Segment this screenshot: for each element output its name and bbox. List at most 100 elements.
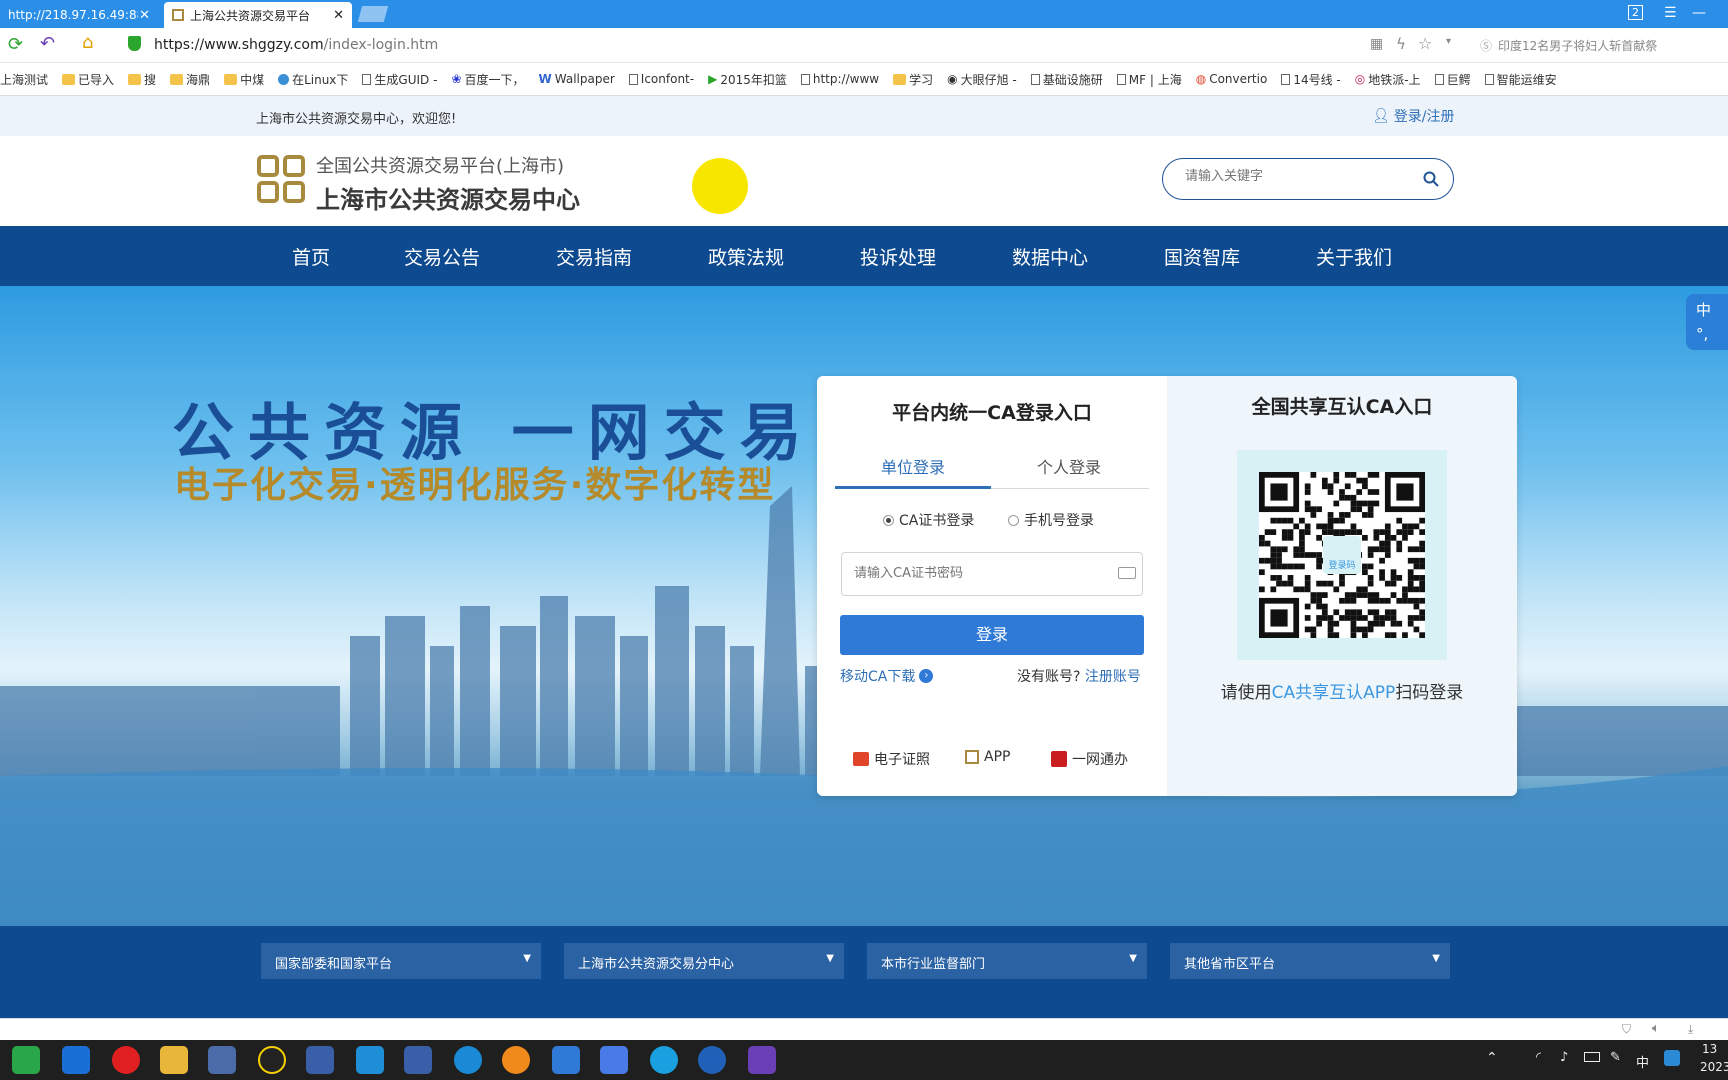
site-search-box[interactable]: [1162, 158, 1454, 200]
nav-guide[interactable]: 交易指南: [556, 243, 632, 270]
clock-date[interactable]: 2023: [1700, 1060, 1728, 1074]
download-icon[interactable]: ⤓: [1688, 1022, 1693, 1037]
bookmark-item[interactable]: 智能运维安: [1484, 71, 1557, 88]
browser-q-icon[interactable]: [454, 1046, 482, 1074]
tab-unit-login[interactable]: 单位登录: [835, 454, 991, 478]
login-register-link[interactable]: 👤︎ 登录/注册: [1372, 106, 1455, 126]
photos-icon[interactable]: [748, 1046, 776, 1074]
bookmark-item[interactable]: ◉ 大眼仔旭 -: [947, 71, 1017, 88]
nav-home[interactable]: 首页: [292, 243, 330, 270]
bookmark-item[interactable]: Iconfont-: [628, 72, 694, 86]
music-app-icon[interactable]: [112, 1046, 140, 1074]
select-regulators[interactable]: 本市行业监督部门 ▼: [867, 943, 1147, 979]
one-net-link[interactable]: 一网通办: [1051, 749, 1128, 769]
nav-complaints[interactable]: 投诉处理: [860, 243, 936, 270]
login-button[interactable]: 登录: [840, 615, 1144, 655]
notes-icon[interactable]: [600, 1046, 628, 1074]
battery-icon[interactable]: [1584, 1052, 1600, 1062]
url-field[interactable]: https://www.shggzy.com/index-login.htm: [154, 37, 438, 53]
tab-count-badge[interactable]: 2: [1628, 5, 1643, 20]
wechat-icon[interactable]: [12, 1046, 40, 1074]
browser-tab-inactive[interactable]: http://218.97.16.49:88/ ✕: [0, 2, 158, 28]
minimize-icon[interactable]: —: [1692, 5, 1706, 21]
bookmark-folder[interactable]: 已导入: [62, 71, 114, 88]
ca-password-input[interactable]: [852, 565, 1106, 582]
qq-icon[interactable]: [258, 1046, 286, 1074]
bookmark-folder[interactable]: 搜: [128, 71, 156, 88]
shield-status-icon[interactable]: ⛉: [1622, 1022, 1631, 1037]
bookmark-item[interactable]: 巨鳄: [1434, 71, 1471, 88]
side-floating-badge[interactable]: 中 °,: [1686, 294, 1728, 350]
ca-password-field[interactable]: [841, 552, 1143, 596]
bookmark-folder[interactable]: 学习: [893, 71, 933, 88]
remote-desktop-icon[interactable]: [208, 1046, 236, 1074]
tray-q-icon[interactable]: [1664, 1050, 1680, 1066]
browser-search-box[interactable]: Ⓢ 印度12名男子将妇人斩首献祭: [1480, 35, 1720, 55]
select-national-platforms[interactable]: 国家部委和国家平台 ▼: [261, 943, 541, 979]
app-link[interactable]: APP: [965, 749, 1010, 765]
network-icon[interactable]: ◜: [1536, 1050, 1541, 1065]
select-sub-centers[interactable]: 上海市公共资源交易分中心 ▼: [564, 943, 844, 979]
qr-icon[interactable]: ▦: [1370, 36, 1383, 52]
speaker-icon[interactable]: 🔈︎: [1652, 1021, 1660, 1036]
bookmark-folder[interactable]: 中煤: [224, 71, 264, 88]
app-e-icon[interactable]: [62, 1046, 90, 1074]
radio-phone-login[interactable]: 手机号登录: [1008, 510, 1094, 530]
undo-icon[interactable]: ↶: [40, 33, 55, 54]
bookmark-item[interactable]: ▶ 2015年扣篮: [708, 71, 787, 88]
bookmark-item[interactable]: ◎ 地铁派-上: [1355, 71, 1421, 88]
feishu-icon[interactable]: [552, 1046, 580, 1074]
tray-chevron-up-icon[interactable]: ⌃: [1486, 1050, 1498, 1066]
close-tab-icon[interactable]: ✕: [139, 8, 150, 23]
refresh-icon[interactable]: ⟳: [8, 34, 23, 55]
select-other-provinces[interactable]: 其他省市区平台 ▼: [1170, 943, 1450, 979]
browser-tab-active[interactable]: 上海公共资源交易平台 ✕: [164, 2, 352, 28]
bookmark-item[interactable]: 基础设施研: [1030, 71, 1103, 88]
ime-indicator[interactable]: 中: [1636, 1052, 1649, 1071]
bookmark-item[interactable]: 生成GUID -: [362, 71, 437, 88]
nav-policy[interactable]: 政策法规: [708, 243, 784, 270]
radio-ca-login[interactable]: CA证书登录: [883, 510, 974, 530]
bookmark-item[interactable]: ◍ Convertio: [1196, 72, 1268, 86]
new-tab-button[interactable]: [357, 6, 389, 22]
edge-icon[interactable]: [650, 1046, 678, 1074]
bookmark-item[interactable]: 上海测试: [0, 71, 48, 88]
qr-hint-text: 请使用CA共享互认APP扫码登录: [1167, 678, 1517, 703]
app-x-icon[interactable]: [356, 1046, 384, 1074]
mobile-ca-download-link[interactable]: 移动CA下载 ›: [840, 666, 934, 686]
tab-personal-login[interactable]: 个人登录: [991, 454, 1147, 478]
e-license-link[interactable]: 电子证照: [853, 749, 930, 769]
app-b-icon[interactable]: [404, 1046, 432, 1074]
lightning-icon[interactable]: ϟ: [1396, 35, 1406, 53]
keyboard-icon[interactable]: [1118, 567, 1136, 579]
bookmark-item[interactable]: http://www: [800, 72, 879, 86]
sogou-icon[interactable]: [698, 1046, 726, 1074]
bookmark-item[interactable]: W Wallpaper: [539, 72, 615, 86]
nav-data-center[interactable]: 数据中心: [1012, 243, 1088, 270]
bookmark-item[interactable]: 在Linux下: [278, 71, 348, 88]
nav-think-tank[interactable]: 国资智库: [1164, 243, 1240, 270]
app-a-icon[interactable]: [306, 1046, 334, 1074]
search-input[interactable]: [1183, 168, 1407, 185]
bookmark-item[interactable]: ❀ 百度一下，: [451, 71, 524, 88]
search-tool-icon[interactable]: [502, 1046, 530, 1074]
bookmark-folder[interactable]: 海鼎: [170, 71, 210, 88]
nav-announcements[interactable]: 交易公告: [404, 243, 480, 270]
search-icon[interactable]: [1423, 171, 1439, 187]
login-qr-code[interactable]: 登录码: [1259, 472, 1425, 638]
select-label: 本市行业监督部门: [881, 957, 986, 972]
file-explorer-icon[interactable]: [160, 1046, 188, 1074]
clock-time[interactable]: 13: [1702, 1042, 1717, 1056]
home-icon[interactable]: ⌂: [82, 32, 93, 53]
pen-icon[interactable]: ✎: [1610, 1050, 1621, 1065]
volume-icon[interactable]: ♪: [1560, 1050, 1568, 1065]
menu-icon[interactable]: ☰: [1664, 5, 1677, 21]
bookmark-item[interactable]: MF | 上海: [1116, 71, 1182, 88]
nav-about[interactable]: 关于我们: [1316, 243, 1392, 270]
chevron-down-icon[interactable]: ▾: [1446, 36, 1451, 47]
star-icon[interactable]: ☆: [1418, 34, 1432, 53]
no-account-text: 没有账号?: [1017, 669, 1081, 685]
register-link[interactable]: 注册账号: [1085, 669, 1141, 685]
bookmark-item[interactable]: 14号线 -: [1281, 71, 1341, 88]
close-tab-icon[interactable]: ✕: [333, 8, 344, 23]
